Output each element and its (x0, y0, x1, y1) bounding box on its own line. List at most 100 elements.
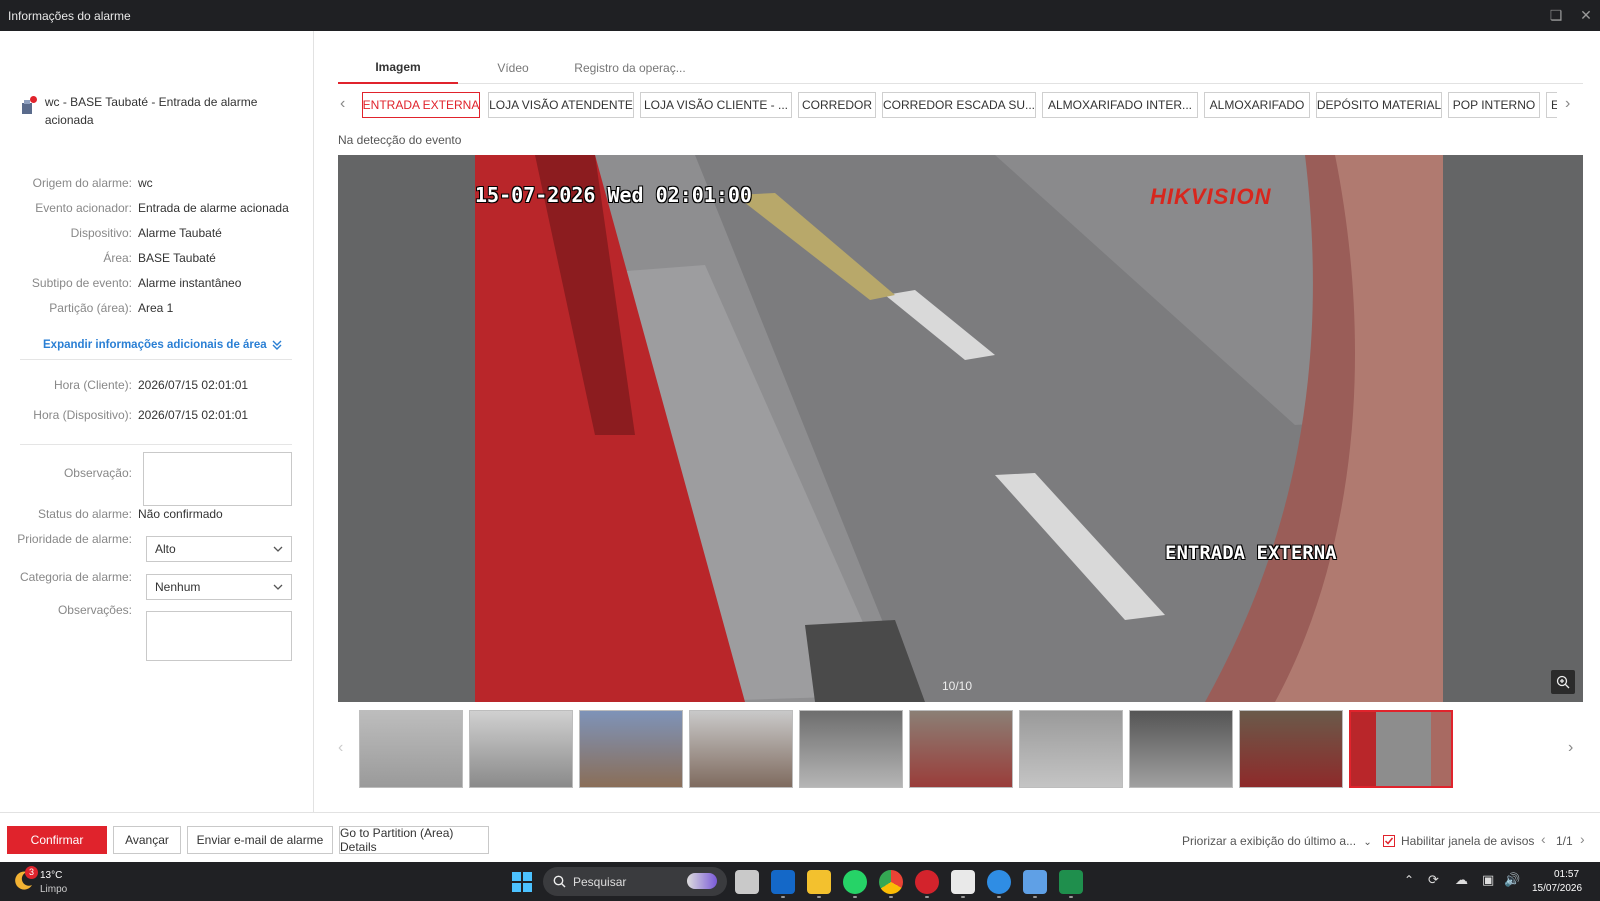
title-bar: Informações do alarme ❏ ✕ (0, 0, 1600, 31)
thumbnail[interactable] (1019, 710, 1123, 788)
camera-tab-loja-atendente[interactable]: LOJA VISÃO ATENDENTE (488, 92, 634, 118)
chevron-down-icon: ⌄ (1363, 837, 1372, 848)
advance-button[interactable]: Avançar (113, 826, 181, 854)
thumbnail[interactable] (359, 710, 463, 788)
checkbox-checked-icon[interactable] (1383, 835, 1395, 847)
thumbnail[interactable] (469, 710, 573, 788)
volume-icon[interactable]: 🔊 (1504, 872, 1520, 888)
alarm-details-panel: wc - BASE Taubaté - Entrada de alarme ac… (0, 31, 314, 812)
camera-tab-loja-cliente[interactable]: LOJA VISÃO CLIENTE - ... (640, 92, 792, 118)
chevron-right-icon[interactable]: › (1580, 831, 1585, 847)
footer-bar: Confirmar Avançar Enviar e-mail de alarm… (0, 812, 1600, 862)
osd-timestamp: 15-07-2026 Wed 02:01:00 (475, 183, 752, 207)
camera-tab-pop-interno[interactable]: POP INTERNO (1448, 92, 1540, 118)
snipping-tool-icon[interactable] (951, 870, 975, 894)
field-label: Área: (103, 251, 132, 265)
partition-details-button[interactable]: Go to Partition (Area) Details (339, 826, 489, 854)
field-time-device: Hora (Dispositivo): 2026/07/15 02:01:01 (0, 406, 300, 424)
clock-time[interactable]: 01:57 (1554, 869, 1579, 880)
expand-label: Expandir informações adicionais de área (43, 339, 267, 351)
chrome-icon[interactable] (879, 870, 903, 894)
send-email-button[interactable]: Enviar e-mail de alarme (187, 826, 333, 854)
tab-image[interactable]: Imagem (338, 52, 458, 84)
field-label: Evento acionador: (35, 201, 132, 215)
weather-badge: 3 (25, 866, 38, 879)
taskbar-search[interactable]: Pesquisar (543, 867, 727, 896)
notepad-icon[interactable] (1023, 870, 1047, 894)
camera-tab-entrada-externa[interactable]: ENTRADA EXTERNA (362, 92, 480, 118)
tab-video[interactable]: Vídeo (473, 52, 553, 84)
close-icon[interactable]: ✕ (1578, 7, 1594, 23)
sync-icon[interactable]: ⟳ (1428, 872, 1439, 888)
prioritize-label: Priorizar a exibição do último a... (1182, 834, 1357, 848)
camera-tab-corredor-escada[interactable]: CORREDOR ESCADA SU... (882, 92, 1036, 118)
chevron-left-icon[interactable]: ‹ (1541, 831, 1546, 847)
thumbnail[interactable] (579, 710, 683, 788)
field-value: wc (138, 176, 153, 190)
notes-input[interactable] (146, 611, 292, 661)
excel-icon[interactable] (1059, 870, 1083, 894)
field-trigger-event: Evento acionador: Entrada de alarme acio… (0, 199, 300, 217)
field-value: Entrada de alarme acionada (138, 201, 289, 215)
restore-icon[interactable]: ❏ (1548, 7, 1564, 23)
field-label: Partição (área): (49, 301, 132, 315)
thumbnail[interactable] (1239, 710, 1343, 788)
chevron-down-icon (273, 584, 283, 590)
thumbnail[interactable] (909, 710, 1013, 788)
field-value: Area 1 (138, 301, 174, 315)
field-area: Área: BASE Taubaté (0, 249, 300, 267)
chevron-right-icon[interactable]: › (1565, 96, 1570, 112)
chevron-up-icon[interactable]: ⌃ (1404, 873, 1414, 887)
field-label: Hora (Cliente): (53, 378, 132, 392)
observation-input[interactable] (143, 452, 292, 506)
weather-desc: Limpo (40, 884, 68, 895)
search-placeholder: Pesquisar (573, 874, 627, 889)
thumbnail[interactable] (799, 710, 903, 788)
chevron-left-icon[interactable]: ‹ (338, 740, 343, 756)
camera-tab-almoxarifado-inter[interactable]: ALMOXARIFADO INTER... (1042, 92, 1198, 118)
network-icon[interactable]: ▣ (1482, 872, 1494, 888)
windows-taskbar: 3 13°C Limpo Pesquisar ⌃ ⟳ ☁ ▣ 🔊 01:57 1… (0, 862, 1600, 901)
chevron-left-icon[interactable]: ‹ (340, 96, 345, 112)
field-label: Subtipo de evento: (31, 276, 132, 290)
enable-popup-toggle[interactable]: Habilitar janela de avisos (1383, 834, 1534, 848)
image-viewer: 15-07-2026 Wed 02:01:00 HIKVISION ENTRAD… (338, 155, 1583, 702)
field-label: Status do alarme: (37, 507, 132, 521)
category-select[interactable]: Nenhum (146, 574, 292, 600)
clock-date[interactable]: 15/07/2026 (1532, 883, 1582, 894)
cloud-off-icon[interactable]: ☁ (1455, 872, 1468, 888)
window-title: Informações do alarme (8, 8, 131, 23)
expand-area-info-link[interactable]: Expandir informações adicionais de área (43, 339, 283, 351)
weather-temp: 13°C (40, 870, 63, 881)
windows-start-icon[interactable] (512, 872, 532, 892)
hikcentral-icon[interactable] (915, 870, 939, 894)
file-explorer-icon[interactable] (807, 870, 831, 894)
thumbnail[interactable] (689, 710, 793, 788)
camera-tab-corredor[interactable]: CORREDOR (798, 92, 876, 118)
outlook-icon[interactable] (771, 870, 795, 894)
camera-tab-deposito[interactable]: DEPÓSITO MATERIAL (1316, 92, 1442, 118)
app-store-icon[interactable] (987, 870, 1011, 894)
zoom-button[interactable] (1551, 670, 1575, 694)
divider (20, 444, 292, 445)
field-label: Dispositivo: (70, 226, 132, 240)
field-alarm-status: Status do alarme: Não confirmado (0, 505, 300, 523)
thumbnail-selected[interactable] (1349, 710, 1453, 788)
priority-select[interactable]: Alto (146, 536, 292, 562)
thumbnail[interactable] (1129, 710, 1233, 788)
chevron-right-icon[interactable]: › (1568, 740, 1573, 756)
weather-widget[interactable]: 3 (13, 866, 38, 893)
task-view-icon[interactable] (735, 870, 759, 894)
field-value: 2026/07/15 02:01:01 (138, 408, 249, 422)
prioritize-dropdown[interactable]: Priorizar a exibição do último a... ⌄ (1182, 834, 1372, 848)
camera-tab-almoxarifado[interactable]: ALMOXARIFADO (1204, 92, 1310, 118)
notes-label: Observações: (57, 603, 132, 617)
confirm-button[interactable]: Confirmar (7, 826, 107, 854)
whatsapp-icon[interactable] (843, 870, 867, 894)
tab-operation-log[interactable]: Registro da operaç... (570, 52, 690, 84)
priority-label: Prioridade de alarme: (17, 532, 132, 546)
observation-label: Observação: (63, 466, 132, 480)
osd-camera-name: ENTRADA EXTERNA (1165, 542, 1337, 564)
field-time-client: Hora (Cliente): 2026/07/15 02:01:01 (0, 376, 300, 394)
camera-tab-more[interactable]: E (1546, 92, 1557, 118)
